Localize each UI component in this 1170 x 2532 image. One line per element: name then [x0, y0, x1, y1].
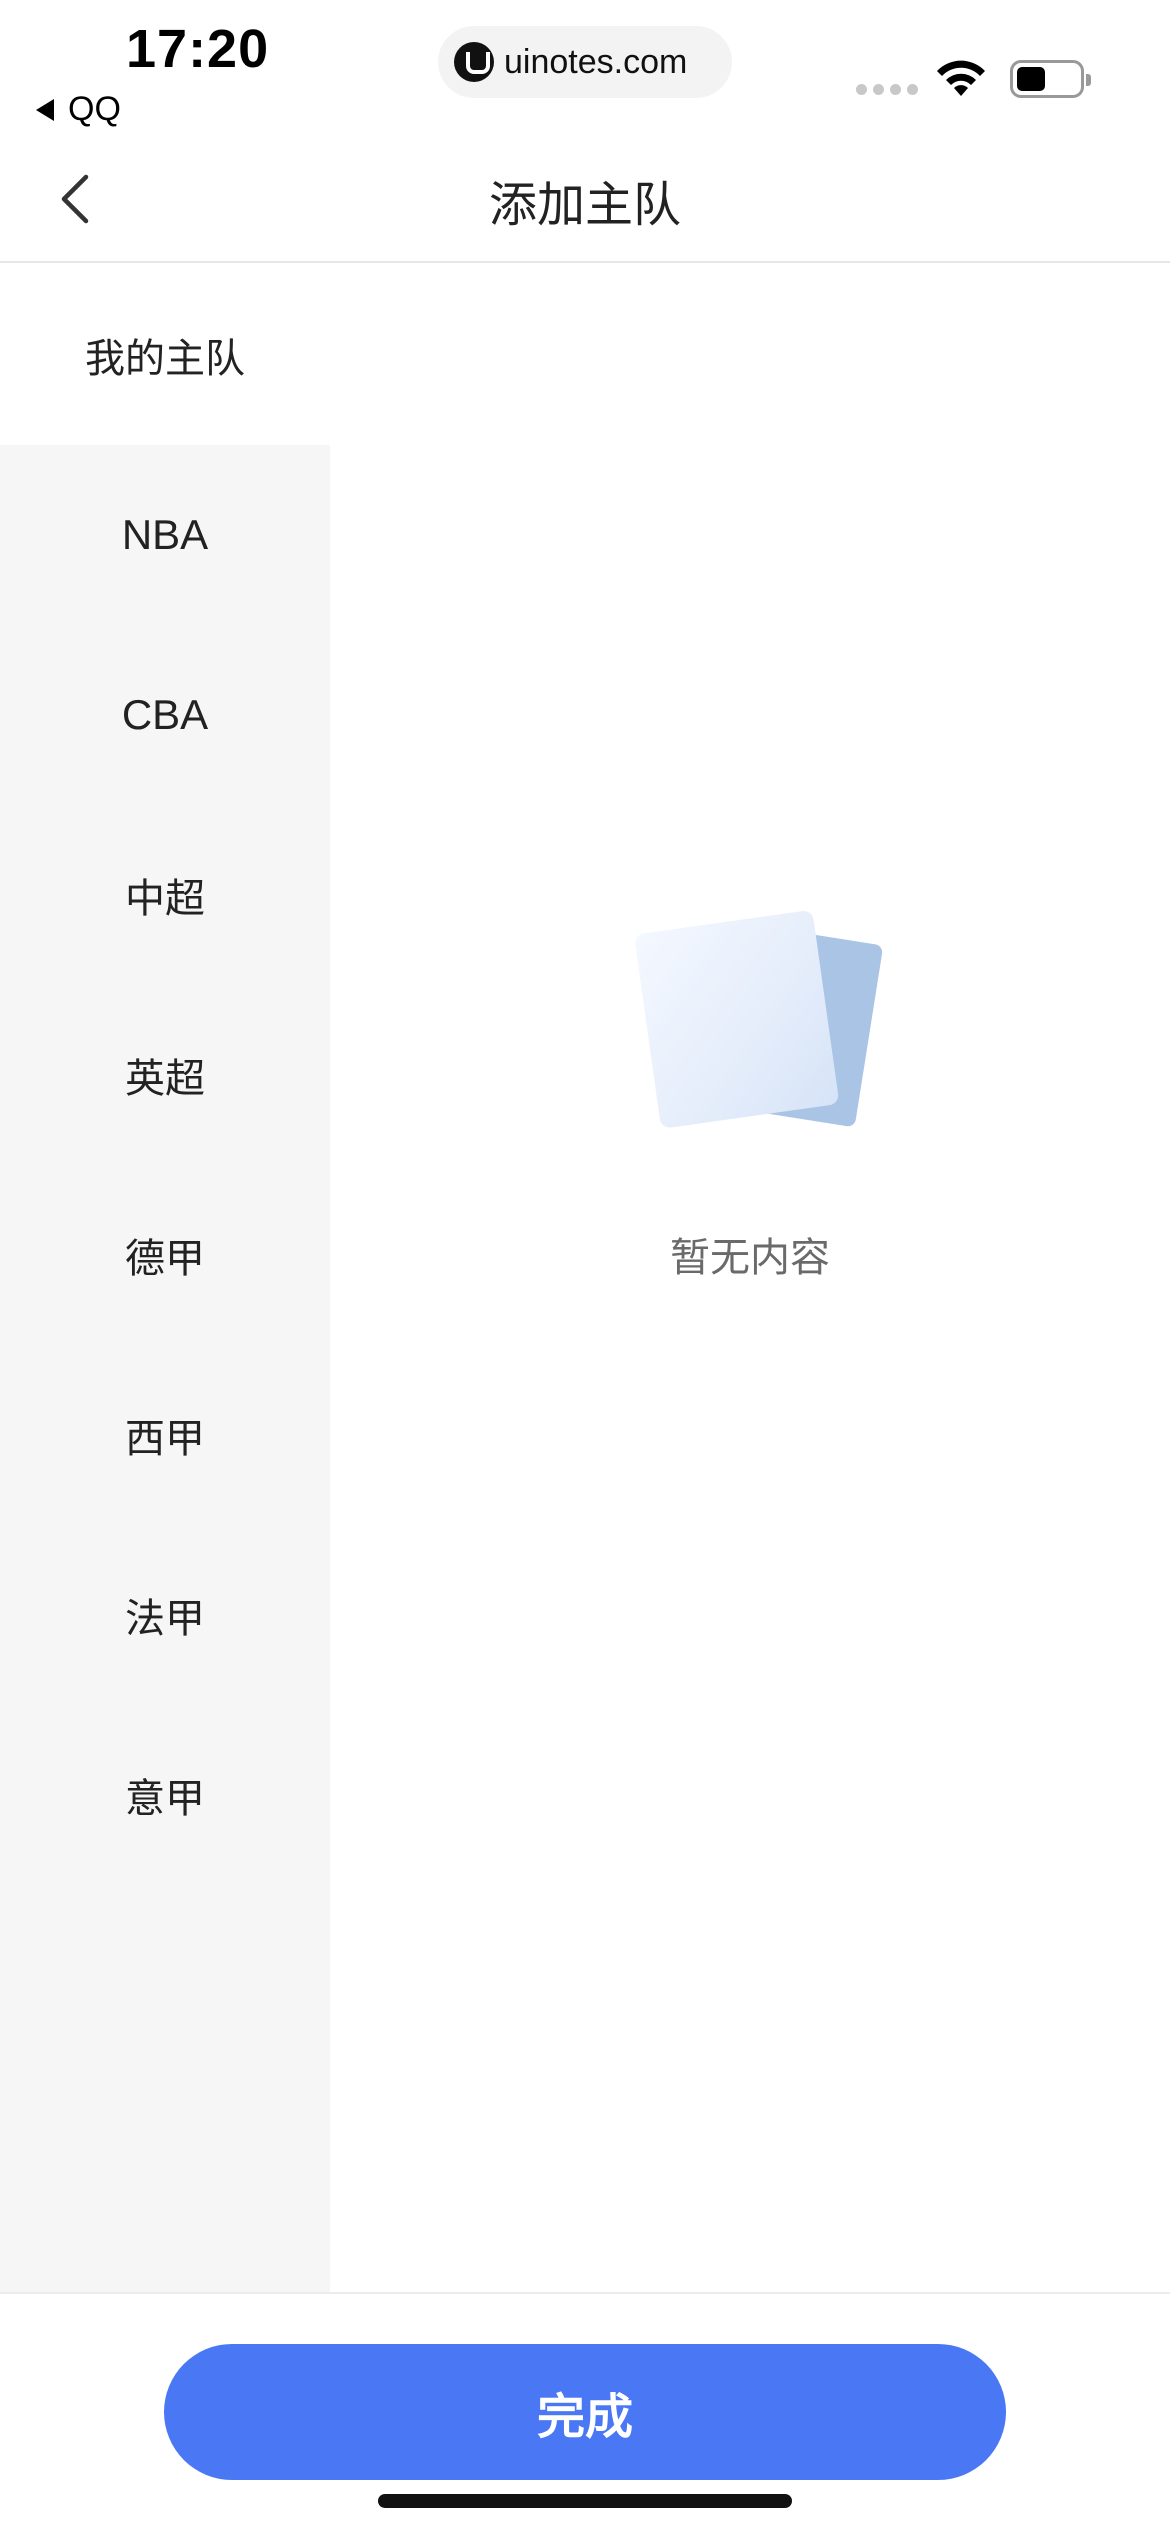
url-text: uinotes.com [504, 42, 688, 81]
sidebar-item-label: 英超 [125, 1056, 205, 1102]
page-title: 添加主队 [488, 177, 681, 233]
site-logo-icon [454, 42, 494, 82]
sidebar-item-serie-a[interactable]: 意甲 [0, 1705, 330, 1885]
sidebar-item-cba[interactable]: CBA [0, 625, 330, 805]
sidebar-item-label: 我的主队 [85, 336, 245, 382]
sidebar-item-bundesliga[interactable]: 德甲 [0, 1165, 330, 1345]
sidebar-item-label: 中超 [125, 876, 205, 922]
sidebar-item-label: CBA [121, 691, 209, 738]
sidebar-item-csl[interactable]: 中超 [0, 805, 330, 985]
add-home-team-page: 17:20 QQ uinotes.com 添加主队 我的主队 NBA CBA 中… [0, 0, 1170, 2532]
done-button[interactable]: 完成 [164, 2344, 1006, 2480]
empty-state-text: 暂无内容 [670, 1235, 830, 1281]
footer: 完成 [0, 2292, 1170, 2532]
sidebar-item-label: NBA [121, 511, 209, 558]
sidebar-item-ligue-1[interactable]: 法甲 [0, 1525, 330, 1705]
wifi-icon [937, 60, 985, 96]
battery-icon [1010, 60, 1091, 98]
return-app-label: QQ [68, 90, 121, 128]
status-bar: 17:20 QQ uinotes.com [0, 0, 1170, 135]
nav-bar: 添加主队 [0, 135, 1170, 263]
sidebar-item-label: 意甲 [125, 1776, 205, 1822]
url-pill: uinotes.com [438, 26, 732, 98]
sidebar-item-label: 德甲 [125, 1236, 205, 1282]
back-triangle-icon [36, 98, 54, 121]
home-indicator [378, 2494, 792, 2508]
empty-documents-icon [635, 910, 883, 1128]
league-sidebar: 我的主队 NBA CBA 中超 英超 德甲 西甲 法甲 意甲 [0, 265, 330, 2293]
sidebar-item-la-liga[interactable]: 西甲 [0, 1345, 330, 1525]
status-time: 17:20 [126, 19, 270, 79]
team-list-empty-state: 暂无内容 [330, 265, 1170, 2293]
sidebar-item-label: 西甲 [125, 1416, 205, 1462]
sidebar-item-premier-league[interactable]: 英超 [0, 985, 330, 1165]
return-to-app-link[interactable]: QQ [36, 90, 121, 129]
sidebar-item-nba[interactable]: NBA [0, 445, 330, 625]
cellular-signal-icon [856, 84, 918, 95]
sidebar-item-label: 法甲 [125, 1596, 205, 1642]
sidebar-item-my-teams[interactable]: 我的主队 [0, 265, 330, 445]
